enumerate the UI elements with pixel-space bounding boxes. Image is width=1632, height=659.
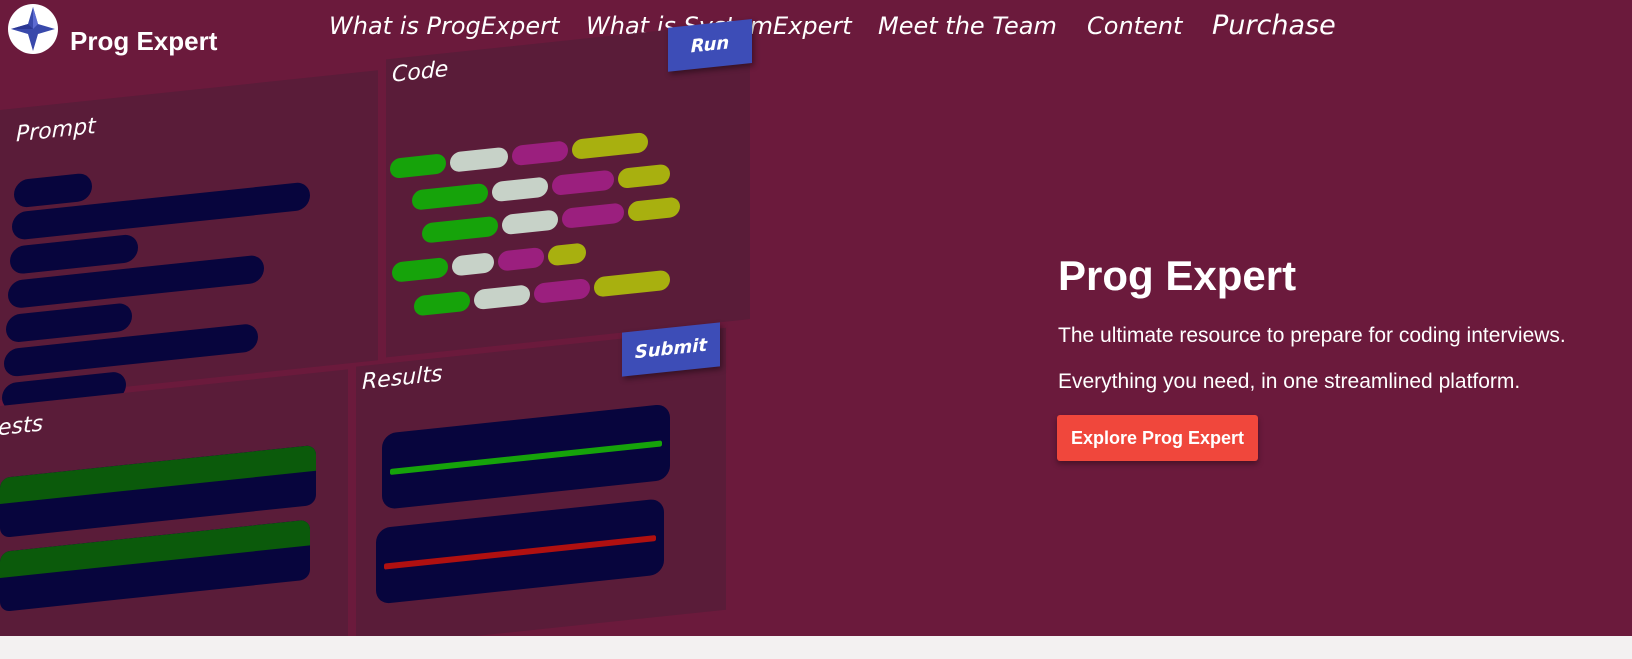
test-case-passed [0, 519, 310, 612]
code-token [492, 176, 548, 203]
code-token [572, 131, 648, 160]
hero-tagline: The ultimate resource to prepare for cod… [1058, 324, 1566, 347]
explore-prog-expert-button[interactable]: Explore Prog Expert [1057, 415, 1258, 461]
code-token [422, 215, 498, 244]
code-token [392, 256, 448, 283]
prompt-panel-title: Prompt [16, 113, 96, 148]
results-panel-title: Results [362, 361, 443, 395]
code-token [552, 169, 614, 196]
nav-meet-the-team[interactable]: Meet the Team [878, 12, 1057, 40]
code-token [452, 252, 494, 277]
hero-title: Prog Expert [1058, 252, 1297, 299]
code-token [534, 277, 590, 304]
tests-panel: ests [0, 369, 348, 636]
code-token [474, 284, 530, 311]
run-button[interactable]: Run [668, 18, 752, 72]
hero-section: Prog Expert What is ProgExpert What is S… [0, 0, 1632, 636]
result-fail-line [384, 535, 656, 570]
prompt-panel: Prompt [0, 70, 378, 412]
result-pass-line [390, 440, 662, 476]
code-token [512, 140, 568, 167]
nav-content[interactable]: Content [1087, 12, 1182, 40]
code-token [414, 290, 470, 317]
result-card-pass [382, 403, 670, 510]
code-token [450, 146, 508, 173]
hero-subtagline: Everything you need, in one streamlined … [1058, 370, 1521, 393]
results-panel: Results Submit [356, 322, 726, 636]
code-panel: Code Run [386, 18, 752, 358]
nav-purchase[interactable]: Purchase [1212, 10, 1336, 41]
code-panel-title: Code [392, 56, 449, 88]
code-token [412, 182, 488, 211]
editor-mockup-illustration: Prompt Code Run ests Results Submit [0, 0, 800, 636]
code-token [594, 269, 670, 298]
code-token [390, 153, 446, 180]
result-card-fail [376, 498, 664, 605]
prompt-text-bar [14, 172, 92, 209]
tests-panel-title: ests [0, 411, 44, 442]
code-token [502, 209, 558, 236]
submit-button[interactable]: Submit [622, 322, 720, 377]
code-token [618, 163, 670, 190]
page-below-fold [0, 636, 1632, 659]
code-token [548, 242, 586, 267]
test-pass-bar [0, 444, 316, 504]
code-token [628, 196, 680, 222]
code-token [498, 246, 544, 272]
code-token [562, 202, 624, 229]
